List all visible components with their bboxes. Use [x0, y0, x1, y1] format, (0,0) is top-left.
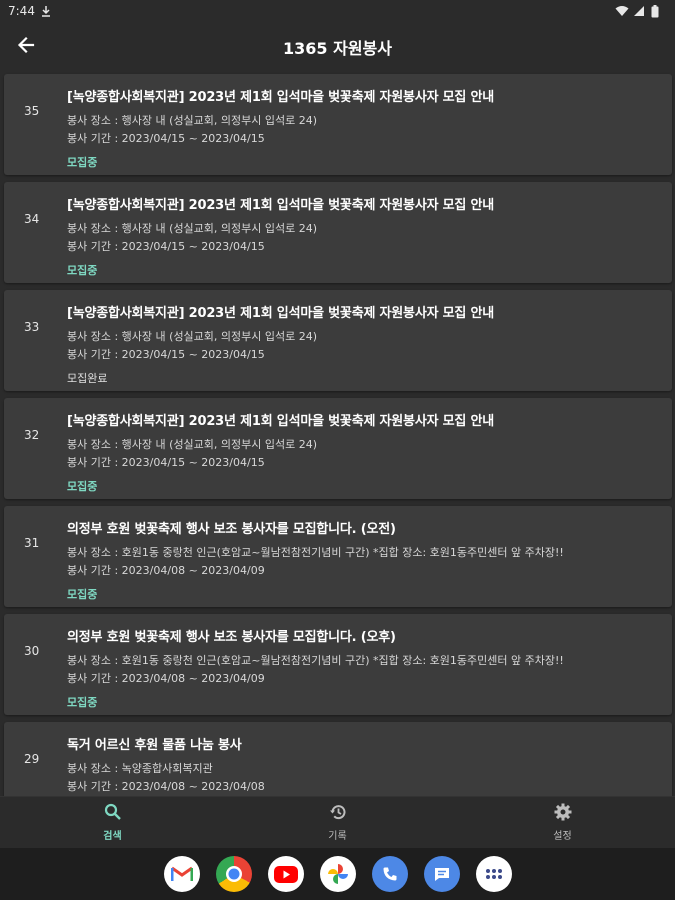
- download-icon: [41, 5, 53, 17]
- nav-history-label: 기록: [328, 831, 347, 842]
- photos-icon[interactable]: [319, 856, 356, 892]
- arrow-back-icon: [17, 36, 35, 58]
- list-item[interactable]: 30 의정부 호원 벚꽃축제 행사 보조 봉사자를 모집합니다. (오후) 봉사 장…: [4, 614, 672, 715]
- list-item[interactable]: 34 [녹양종합사회복지관] 2023년 제1회 입석마을 벚꽃축제 자원봉사자 …: [4, 182, 672, 283]
- signal-icon: [633, 5, 645, 17]
- item-number: 33: [24, 320, 40, 334]
- messages-icon[interactable]: [423, 856, 460, 892]
- list-item[interactable]: 29 독거 어르신 후원 물품 나눔 봉사봉사 장소 : 녹양종합사회복지관봉사 …: [4, 722, 672, 796]
- item-period: 봉사 기간 : 2023/04/08 ~ 2023/04/08: [67, 780, 265, 793]
- phone-icon[interactable]: [371, 856, 408, 892]
- status-badge: 모집중: [67, 696, 98, 709]
- item-place: 봉사 장소 : 행사장 내 (성실교회, 의정부시 입석로 24): [67, 330, 318, 343]
- status-badge: 모집중: [67, 264, 98, 277]
- status-badge: 모집중: [67, 480, 98, 493]
- list-item[interactable]: 32 [녹양종합사회복지관] 2023년 제1회 입석마을 벚꽃축제 자원봉사자 …: [4, 398, 672, 499]
- gear-icon: [554, 803, 572, 825]
- nav-search[interactable]: 검색: [53, 803, 173, 842]
- back-button[interactable]: [12, 33, 40, 61]
- nav-settings[interactable]: 설정: [503, 803, 623, 842]
- battery-icon: [651, 5, 663, 18]
- item-period: 봉사 기간 : 2023/04/15 ~ 2023/04/15: [67, 240, 265, 253]
- item-place: 봉사 장소 : 녹양종합사회복지관: [67, 762, 213, 775]
- page-title: 1365 자원봉사: [283, 39, 392, 58]
- item-place: 봉사 장소 : 호원1동 중랑천 인근(호암교~월남전참전기념비 구간) *집합…: [67, 546, 564, 559]
- nav-history[interactable]: 기록: [278, 803, 398, 842]
- item-title: 의정부 호원 벚꽃축제 행사 보조 봉사자를 모집합니다. (오전): [67, 522, 396, 537]
- item-title: 의정부 호원 벚꽃축제 행사 보조 봉사자를 모집합니다. (오후): [67, 630, 396, 645]
- item-number: 31: [24, 536, 40, 550]
- search-icon: [104, 803, 122, 825]
- list-item[interactable]: 35 [녹양종합사회복지관] 2023년 제1회 입석마을 벚꽃축제 자원봉사자 …: [4, 74, 672, 175]
- item-period: 봉사 기간 : 2023/04/08 ~ 2023/04/09: [67, 672, 265, 685]
- status-badge: 모집중: [67, 156, 98, 169]
- item-number: 35: [24, 104, 40, 118]
- item-number: 29: [24, 752, 40, 766]
- wifi-icon: [615, 5, 629, 17]
- status-time: 7:44: [8, 4, 35, 18]
- status-badge: 모집중: [67, 588, 98, 601]
- item-number: 34: [24, 212, 40, 226]
- item-place: 봉사 장소 : 행사장 내 (성실교회, 의정부시 입석로 24): [67, 222, 318, 235]
- item-title: [녹양종합사회복지관] 2023년 제1회 입석마을 벚꽃축제 자원봉사자 모집…: [67, 90, 495, 105]
- chrome-icon[interactable]: [215, 856, 252, 892]
- list-item[interactable]: 33 [녹양종합사회복지관] 2023년 제1회 입석마을 벚꽃축제 자원봉사자 …: [4, 290, 672, 391]
- app-bar: 1365 자원봉사: [0, 22, 675, 72]
- item-title: [녹양종합사회복지관] 2023년 제1회 입석마을 벚꽃축제 자원봉사자 모집…: [67, 306, 495, 321]
- item-title: [녹양종합사회복지관] 2023년 제1회 입석마을 벚꽃축제 자원봉사자 모집…: [67, 198, 495, 213]
- item-period: 봉사 기간 : 2023/04/15 ~ 2023/04/15: [67, 132, 265, 145]
- taskbar: [0, 848, 675, 900]
- gmail-icon[interactable]: [163, 856, 200, 892]
- youtube-icon[interactable]: [267, 856, 304, 892]
- status-bar: 7:44: [0, 0, 675, 22]
- status-badge: 모집완료: [67, 372, 108, 385]
- item-period: 봉사 기간 : 2023/04/08 ~ 2023/04/09: [67, 564, 265, 577]
- item-title: [녹양종합사회복지관] 2023년 제1회 입석마을 벚꽃축제 자원봉사자 모집…: [67, 414, 495, 429]
- item-place: 봉사 장소 : 행사장 내 (성실교회, 의정부시 입석로 24): [67, 114, 318, 127]
- nav-search-label: 검색: [103, 831, 122, 842]
- item-place: 봉사 장소 : 행사장 내 (성실교회, 의정부시 입석로 24): [67, 438, 318, 451]
- history-icon: [329, 803, 347, 825]
- item-title: 독거 어르신 후원 물품 나눔 봉사: [67, 738, 242, 753]
- nav-settings-label: 설정: [553, 831, 572, 842]
- bottom-nav: 검색 기록 설정: [0, 796, 675, 848]
- item-period: 봉사 기간 : 2023/04/15 ~ 2023/04/15: [67, 456, 265, 469]
- item-number: 32: [24, 428, 40, 442]
- item-number: 30: [24, 644, 40, 658]
- list-item[interactable]: 31 의정부 호원 벚꽃축제 행사 보조 봉사자를 모집합니다. (오전) 봉사 장…: [4, 506, 672, 607]
- item-period: 봉사 기간 : 2023/04/15 ~ 2023/04/15: [67, 348, 265, 361]
- volunteer-list[interactable]: 35 [녹양종합사회복지관] 2023년 제1회 입석마을 벚꽃축제 자원봉사자 …: [0, 72, 675, 796]
- item-place: 봉사 장소 : 호원1동 중랑천 인근(호암교~월남전참전기념비 구간) *집합…: [67, 654, 564, 667]
- app-drawer-icon[interactable]: [475, 856, 512, 892]
